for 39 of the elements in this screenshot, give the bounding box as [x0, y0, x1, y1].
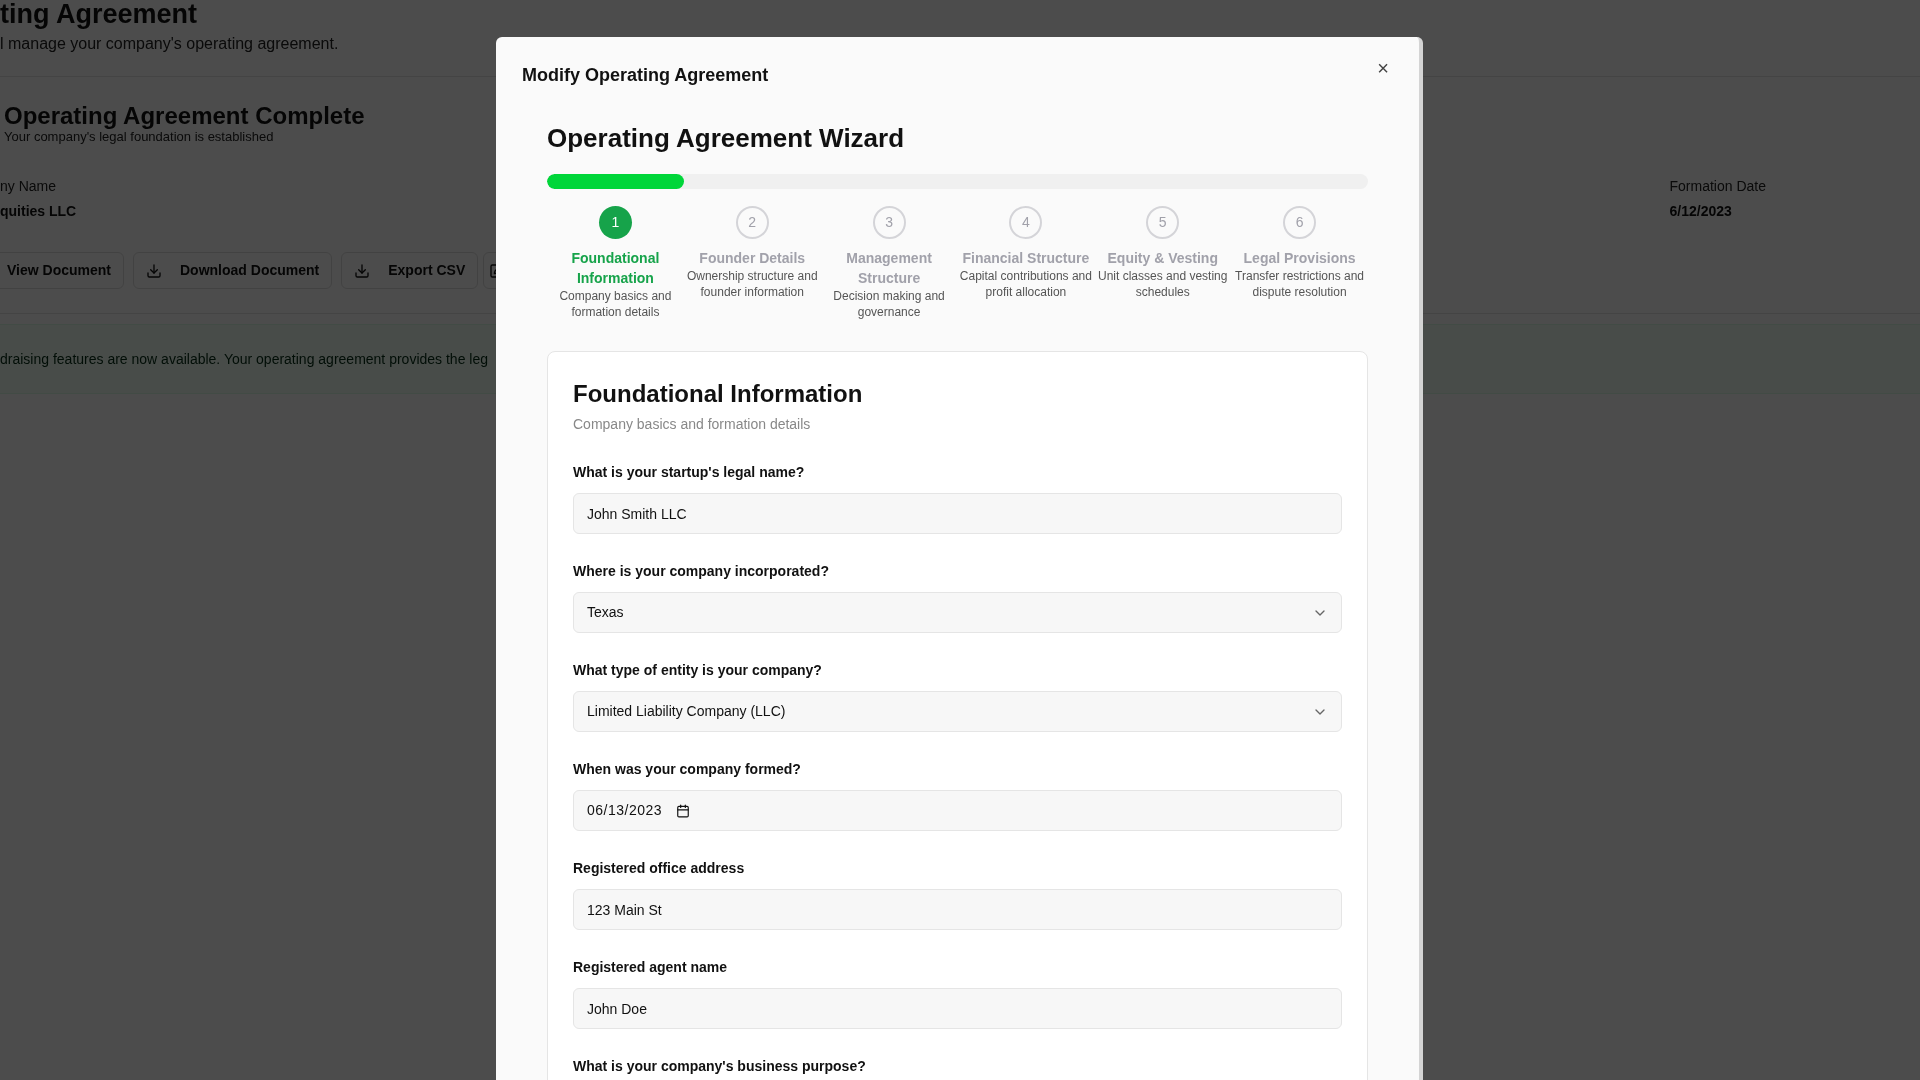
text-field[interactable]: John Doe: [573, 988, 1342, 1029]
field-label: When was your company formed?: [573, 760, 802, 779]
step-title: Management Structure: [845, 249, 933, 288]
text-field[interactable]: John Smith LLC: [573, 493, 1342, 534]
field-label: What is your company's business purpose?: [573, 1057, 867, 1076]
close-button[interactable]: ×: [1377, 58, 1389, 78]
dialog-title: Modify Operating Agreement: [522, 64, 769, 87]
detail-label: ny Name: [0, 177, 58, 196]
step-title: Legal Provisions: [1243, 249, 1356, 268]
page-title: ting Agreement: [0, 0, 198, 28]
status-title: Operating Agreement Complete: [4, 103, 365, 129]
field-label: What is your startup's legal name?: [573, 463, 806, 482]
detail-value: 6/12/2023: [1669, 202, 1733, 221]
field-label: What type of entity is your company?: [573, 661, 823, 680]
field-label: Where is your company incorporated?: [573, 562, 830, 581]
step-title: Financial Structure: [962, 249, 1090, 268]
wizard-title: Operating Agreement Wizard: [547, 122, 906, 155]
step-description: Company basics and formation details: [558, 288, 673, 320]
step-description: Capital contributions and profit allocation: [959, 268, 1093, 300]
page-subtitle: l manage your company's operating agreement.: [0, 34, 339, 54]
status-subtitle: Your company's legal foundation is established: [4, 129, 274, 144]
text-field[interactable]: 123 Main St: [573, 889, 1342, 930]
step-description: Transfer restrictions and dispute resolution: [1234, 268, 1366, 300]
calendar-icon: [676, 803, 691, 818]
step-description: Ownership structure and founder information: [685, 268, 819, 300]
step-title: Equity & Vesting: [1107, 249, 1218, 268]
step-title: Foundational Information: [570, 249, 661, 288]
section-subtitle: Company basics and formation details: [573, 415, 812, 434]
step-title: Founder Details: [699, 249, 806, 268]
detail-label: Formation Date: [1669, 177, 1766, 196]
select-field[interactable]: Texas: [573, 592, 1342, 633]
date-field[interactable]: 06/13/2023: [573, 790, 1342, 831]
section-title: Foundational Information: [573, 379, 864, 409]
detail-value: quities LLC: [0, 202, 77, 221]
field-label: Registered office address: [573, 859, 746, 878]
select-field[interactable]: Limited Liability Company (LLC): [573, 691, 1342, 732]
step-description: Unit classes and vesting schedules: [1097, 268, 1229, 300]
step-description: Decision making and governance: [832, 288, 946, 320]
field-label: Registered agent name: [573, 958, 729, 977]
